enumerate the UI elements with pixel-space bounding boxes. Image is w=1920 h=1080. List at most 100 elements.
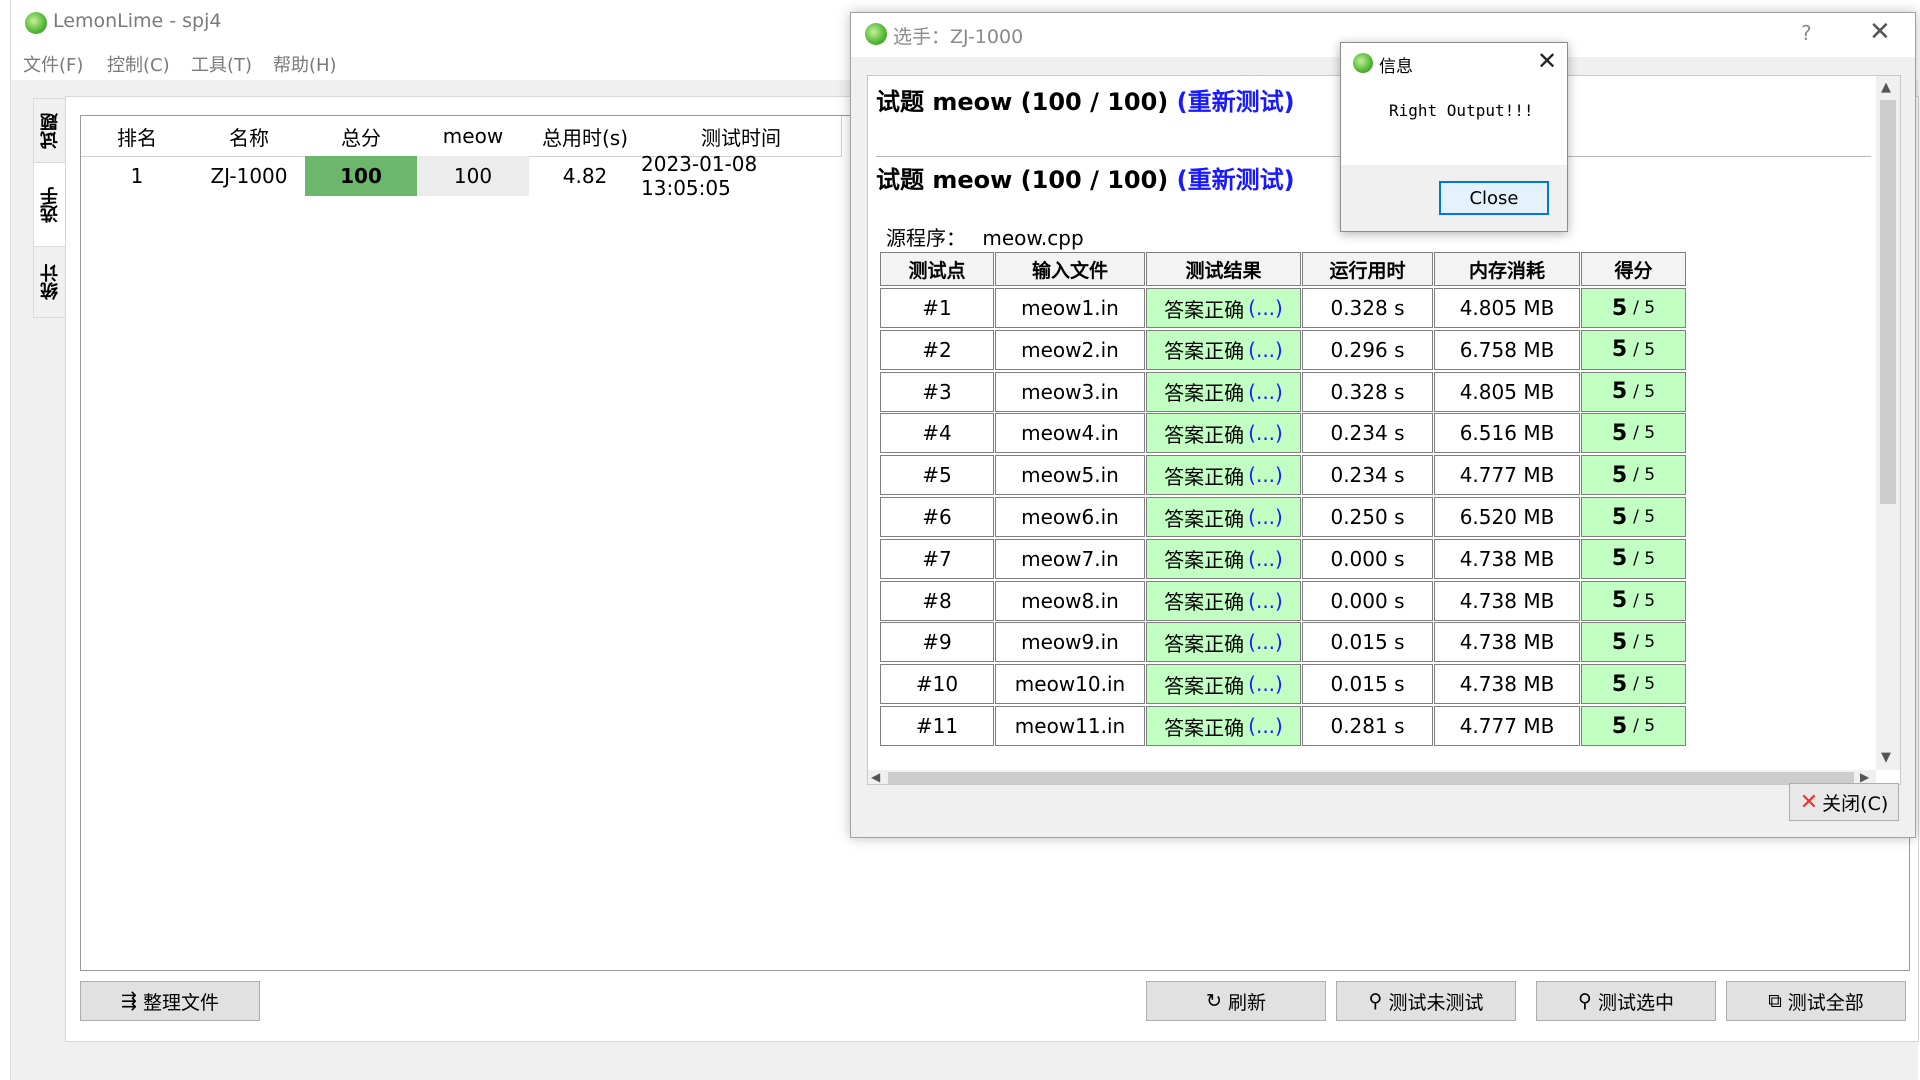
refresh-button[interactable]: ↻ 刷新: [1146, 981, 1326, 1021]
cell-test-result[interactable]: 答案正确 (...): [1146, 664, 1301, 705]
result-details-link[interactable]: (...): [1248, 589, 1283, 613]
cell-test-result[interactable]: 答案正确 (...): [1146, 288, 1301, 328]
col-total[interactable]: 总分: [305, 116, 418, 157]
close-icon[interactable]: ✕: [1537, 47, 1557, 75]
cell-score[interactable]: 5/ 5: [1581, 580, 1686, 621]
cell-run-time[interactable]: 0.000 s: [1302, 580, 1433, 621]
menu-help[interactable]: 帮助(H): [273, 51, 337, 77]
col-meow[interactable]: meow: [417, 116, 530, 157]
cell-score[interactable]: 5/ 5: [1581, 288, 1686, 328]
cell-test-point[interactable]: #2: [880, 329, 994, 370]
cell-input-file[interactable]: meow11.in: [995, 706, 1145, 746]
cell-input-file[interactable]: meow2.in: [995, 329, 1145, 370]
result-details-link[interactable]: (...): [1248, 380, 1283, 404]
cell-run-time[interactable]: 0.000 s: [1302, 538, 1433, 579]
col-test-time[interactable]: 测试时间: [641, 116, 842, 157]
horizontal-scroll-thumb[interactable]: [888, 772, 1854, 784]
dialog-close-button[interactable]: ✕ 关闭(C): [1789, 783, 1899, 821]
test-all-button[interactable]: ⧉ 测试全部: [1726, 981, 1906, 1021]
result-details-link[interactable]: (...): [1248, 505, 1283, 529]
cell-run-time[interactable]: 0.328 s: [1302, 288, 1433, 328]
result-details-link[interactable]: (...): [1248, 672, 1283, 696]
menu-tools[interactable]: 工具(T): [191, 51, 252, 77]
cell-run-time[interactable]: 0.281 s: [1302, 706, 1433, 746]
test-selected-button[interactable]: ⚲ 测试选中: [1536, 981, 1716, 1021]
close-icon[interactable]: ✕: [1869, 17, 1891, 47]
cell-score[interactable]: 5/ 5: [1581, 329, 1686, 370]
cell-test-point[interactable]: #9: [880, 622, 994, 663]
cell-test-point[interactable]: #7: [880, 538, 994, 579]
tab-players[interactable]: 选手: [33, 162, 68, 248]
result-details-link[interactable]: (...): [1248, 547, 1283, 571]
cell-test-result[interactable]: 答案正确 (...): [1146, 622, 1301, 663]
cell-test-result[interactable]: 答案正确 (...): [1146, 497, 1301, 537]
menu-file[interactable]: 文件(F): [23, 51, 83, 77]
help-button[interactable]: ?: [1801, 21, 1812, 45]
cell-input-file[interactable]: meow7.in: [995, 538, 1145, 579]
result-details-link[interactable]: (...): [1248, 338, 1283, 362]
cell-score[interactable]: 5/ 5: [1581, 622, 1686, 663]
cell-test-result[interactable]: 答案正确 (...): [1146, 706, 1301, 746]
cell-memory[interactable]: 6.516 MB: [1434, 413, 1580, 454]
cell-input-file[interactable]: meow6.in: [995, 497, 1145, 537]
cell-input-file[interactable]: meow10.in: [995, 664, 1145, 705]
cell-test-time[interactable]: 2023-01-08 13:05:05: [641, 152, 841, 200]
cell-meow[interactable]: 100: [417, 156, 529, 196]
cell-test-result[interactable]: 答案正确 (...): [1146, 329, 1301, 370]
scroll-down-icon[interactable]: ▼: [1881, 750, 1891, 765]
cell-score[interactable]: 5/ 5: [1581, 497, 1686, 537]
cell-memory[interactable]: 4.738 MB: [1434, 622, 1580, 663]
cell-input-file[interactable]: meow9.in: [995, 622, 1145, 663]
cell-test-point[interactable]: #8: [880, 580, 994, 621]
cell-score[interactable]: 5/ 5: [1581, 371, 1686, 412]
cell-test-point[interactable]: #10: [880, 664, 994, 705]
cell-rank[interactable]: 1: [81, 156, 193, 196]
cell-run-time[interactable]: 0.328 s: [1302, 371, 1433, 412]
result-details-link[interactable]: (...): [1248, 421, 1283, 445]
cell-run-time[interactable]: 0.015 s: [1302, 622, 1433, 663]
cell-run-time[interactable]: 0.250 s: [1302, 497, 1433, 537]
cell-test-point[interactable]: #1: [880, 288, 994, 328]
cell-test-point[interactable]: #5: [880, 455, 994, 496]
result-details-link[interactable]: (...): [1248, 714, 1283, 738]
menu-control[interactable]: 控制(C): [107, 51, 170, 77]
cell-input-file[interactable]: meow3.in: [995, 371, 1145, 412]
cell-score[interactable]: 5/ 5: [1581, 664, 1686, 705]
cell-input-file[interactable]: meow5.in: [995, 455, 1145, 496]
cell-score[interactable]: 5/ 5: [1581, 538, 1686, 579]
info-close-button[interactable]: Close: [1439, 181, 1549, 215]
cell-memory[interactable]: 6.758 MB: [1434, 329, 1580, 370]
cell-memory[interactable]: 4.738 MB: [1434, 538, 1580, 579]
col-name[interactable]: 名称: [193, 116, 306, 157]
tab-statistics[interactable]: 统计: [33, 246, 69, 318]
cell-run-time[interactable]: 0.296 s: [1302, 329, 1433, 370]
cell-total[interactable]: 100: [305, 156, 417, 196]
cell-input-file[interactable]: meow1.in: [995, 288, 1145, 328]
cell-test-point[interactable]: #11: [880, 706, 994, 746]
cell-memory[interactable]: 4.738 MB: [1434, 664, 1580, 705]
result-details-link[interactable]: (...): [1248, 463, 1283, 487]
organize-files-button[interactable]: ⇶ 整理文件: [80, 981, 260, 1021]
cell-score[interactable]: 5/ 5: [1581, 455, 1686, 496]
cell-name[interactable]: ZJ-1000: [193, 156, 305, 196]
cell-memory[interactable]: 4.738 MB: [1434, 580, 1580, 621]
cell-total-time[interactable]: 4.82: [529, 156, 641, 196]
test-untested-button[interactable]: ⚲ 测试未测试: [1336, 981, 1516, 1021]
cell-memory[interactable]: 4.777 MB: [1434, 455, 1580, 496]
scroll-right-icon[interactable]: ▶: [1860, 770, 1869, 784]
col-total-time[interactable]: 总用时(s): [529, 116, 642, 157]
cell-input-file[interactable]: meow4.in: [995, 413, 1145, 454]
cell-test-point[interactable]: #6: [880, 497, 994, 537]
cell-test-point[interactable]: #4: [880, 413, 994, 454]
cell-test-result[interactable]: 答案正确 (...): [1146, 580, 1301, 621]
result-details-link[interactable]: (...): [1248, 296, 1283, 320]
cell-run-time[interactable]: 0.234 s: [1302, 455, 1433, 496]
cell-test-result[interactable]: 答案正确 (...): [1146, 413, 1301, 454]
horizontal-scrollbar[interactable]: ◀ ▶: [868, 770, 1876, 784]
result-details-link[interactable]: (...): [1248, 630, 1283, 654]
cell-memory[interactable]: 4.805 MB: [1434, 371, 1580, 412]
scroll-left-icon[interactable]: ◀: [871, 770, 880, 784]
cell-input-file[interactable]: meow8.in: [995, 580, 1145, 621]
cell-run-time[interactable]: 0.234 s: [1302, 413, 1433, 454]
cell-memory[interactable]: 6.520 MB: [1434, 497, 1580, 537]
